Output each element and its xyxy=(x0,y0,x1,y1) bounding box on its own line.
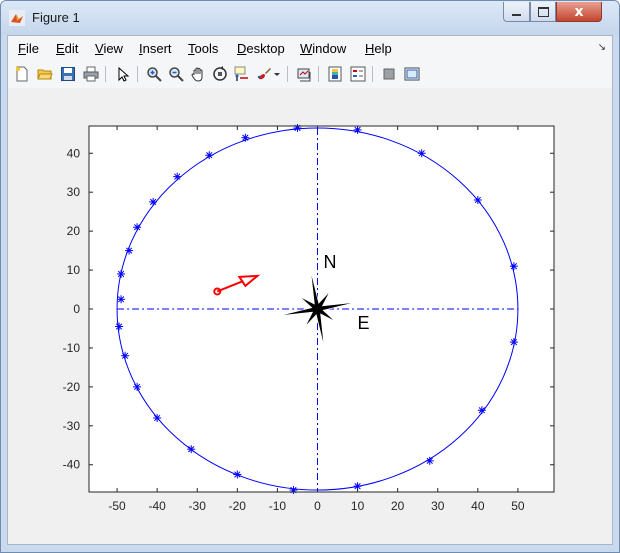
x-tick-label: 50 xyxy=(511,499,525,513)
zoom-in-icon xyxy=(147,67,162,82)
asterisk-marker xyxy=(425,456,434,465)
zoom-in-button[interactable] xyxy=(144,64,164,84)
asterisk-marker xyxy=(509,338,518,347)
brush-icon xyxy=(257,68,271,80)
figure-canvas[interactable]: -50 -40 -30 -20 -10 0 10 20 30 40 50 -40 -30 -20 -10 0 1… xyxy=(8,88,612,544)
print-icon xyxy=(83,66,99,82)
menu-overflow-icon[interactable]: ↘ xyxy=(598,42,606,53)
asterisk-marker xyxy=(117,295,126,304)
toolbar-separator xyxy=(137,66,138,82)
pointer-icon xyxy=(118,66,130,82)
minimize-button[interactable] xyxy=(503,2,530,22)
link-plot-icon xyxy=(297,68,311,82)
x-tick-label: -50 xyxy=(108,499,126,513)
toolbar-separator xyxy=(318,66,319,82)
y-tick-label: -30 xyxy=(63,419,81,433)
asterisk-marker xyxy=(509,262,518,271)
asterisk-marker xyxy=(233,470,242,479)
save-icon xyxy=(61,67,75,81)
pan-icon xyxy=(191,67,203,82)
close-button[interactable]: x xyxy=(556,2,602,22)
maximize-button[interactable] xyxy=(530,2,556,22)
x-tick-label: -40 xyxy=(148,499,166,513)
menu-desktop[interactable]: Desktop xyxy=(237,41,285,56)
plot-svg[interactable]: -50 -40 -30 -20 -10 0 10 20 30 40 50 -40 -30 -20 -10 0 1… xyxy=(8,88,612,544)
y-tick-label: 30 xyxy=(67,185,81,199)
x-tick-label: 20 xyxy=(391,499,405,513)
y-tick-label: -20 xyxy=(63,380,81,394)
open-file-button[interactable] xyxy=(35,64,55,84)
menu-edit[interactable]: Edit xyxy=(56,41,78,56)
close-icon: x xyxy=(574,3,584,20)
window-title: Figure 1 xyxy=(32,10,80,25)
toolbar-separator xyxy=(372,66,373,82)
hide-plot-tools-icon xyxy=(383,68,395,80)
y-tick-label: -40 xyxy=(63,458,81,472)
save-button[interactable] xyxy=(58,64,78,84)
asterisk-marker xyxy=(205,151,214,160)
x-tick-label: 0 xyxy=(314,499,321,513)
minimize-icon xyxy=(512,13,521,16)
y-tick-label: 10 xyxy=(67,263,81,277)
toolbar-separator xyxy=(287,66,288,82)
x-tick-label: -20 xyxy=(229,499,247,513)
figure-client-area: File Edit View Insert Tools Desktop Wind… xyxy=(7,35,613,545)
insert-colorbar-icon xyxy=(328,66,342,82)
menu-view[interactable]: View xyxy=(95,41,123,56)
compass-label-east: E xyxy=(357,313,369,333)
title-bar[interactable]: Figure 1 x xyxy=(1,1,619,35)
brush-dropdown-button[interactable] xyxy=(272,64,282,84)
zoom-out-icon xyxy=(169,67,184,82)
insert-colorbar-button[interactable] xyxy=(325,64,345,84)
menu-tools[interactable]: Tools xyxy=(188,41,218,56)
menu-bar: File Edit View Insert Tools Desktop Wind… xyxy=(8,36,612,60)
y-tick-label: 0 xyxy=(73,302,80,316)
menu-file[interactable]: File xyxy=(18,41,39,56)
data-cursor-icon xyxy=(234,66,248,81)
asterisk-marker xyxy=(477,406,486,415)
open-file-icon xyxy=(37,69,53,80)
rotate-3d-button[interactable] xyxy=(210,64,230,84)
menu-help[interactable]: Help xyxy=(365,41,392,56)
menu-window[interactable]: Window xyxy=(300,41,346,56)
menu-insert[interactable]: Insert xyxy=(139,41,172,56)
asterisk-marker xyxy=(353,482,362,491)
y-tick-label: 40 xyxy=(67,146,81,160)
figure-window: Figure 1 x File Edit View Insert Tools D… xyxy=(0,0,620,553)
x-tick-label: 40 xyxy=(471,499,485,513)
asterisk-marker xyxy=(289,486,298,495)
data-cursor-button[interactable] xyxy=(232,64,252,84)
insert-legend-button[interactable] xyxy=(348,64,368,84)
brush-button[interactable] xyxy=(254,64,274,84)
y-tick-label: 20 xyxy=(67,224,81,238)
x-tick-label: -10 xyxy=(269,499,287,513)
insert-legend-icon xyxy=(350,66,366,82)
figure-toolbar xyxy=(8,60,612,89)
maximize-icon xyxy=(537,6,549,17)
show-plot-tools-button[interactable] xyxy=(402,64,422,84)
y-tick-label: -10 xyxy=(63,341,81,355)
compass-label-north: N xyxy=(323,252,336,272)
pan-button[interactable] xyxy=(188,64,208,84)
new-figure-icon xyxy=(16,66,28,82)
print-button[interactable] xyxy=(81,64,101,84)
new-figure-button[interactable] xyxy=(12,64,32,84)
x-tick-label: 30 xyxy=(431,499,445,513)
toolbar-separator xyxy=(105,66,106,82)
zoom-out-button[interactable] xyxy=(166,64,186,84)
pointer-button[interactable] xyxy=(112,64,132,84)
x-tick-label: -30 xyxy=(189,499,207,513)
link-plot-button[interactable] xyxy=(294,64,314,84)
rotate-3d-icon xyxy=(213,66,227,81)
hide-plot-tools-button[interactable] xyxy=(379,64,399,84)
show-plot-tools-icon xyxy=(404,67,420,81)
x-tick-label: 10 xyxy=(351,499,365,513)
brush-dropdown-icon xyxy=(274,73,280,76)
matlab-icon xyxy=(9,10,25,26)
